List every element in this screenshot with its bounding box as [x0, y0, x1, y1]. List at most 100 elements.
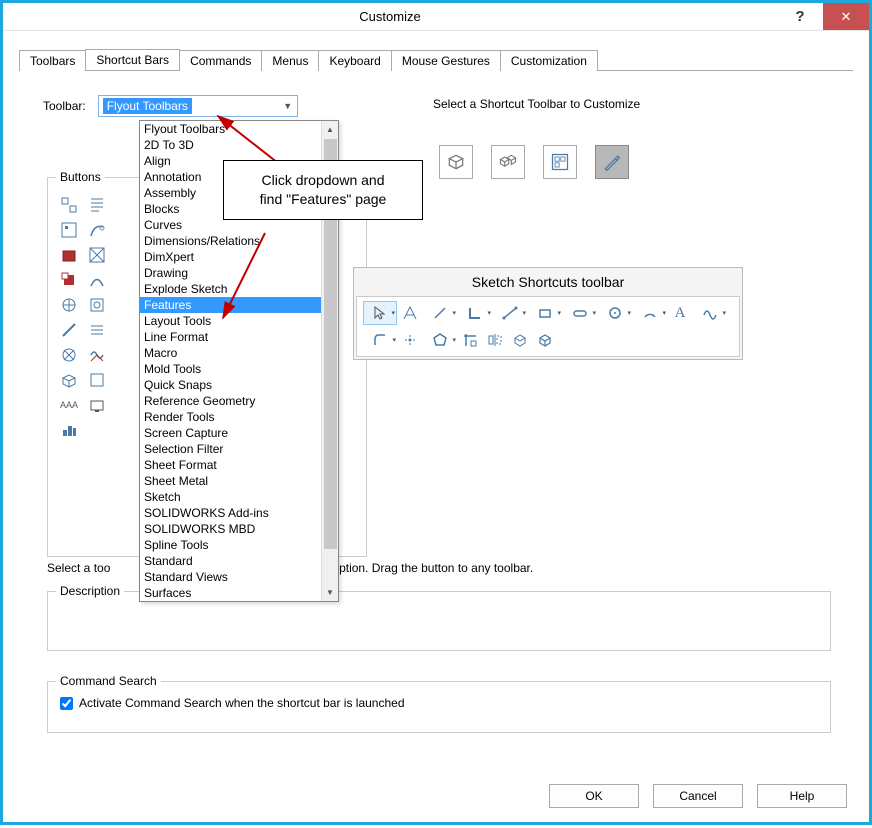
dropdown-item[interactable]: Macro: [140, 345, 321, 361]
scroll-up-icon[interactable]: ▲: [322, 121, 338, 138]
title-bar: Customize ? ✕: [3, 3, 869, 31]
grid-icon[interactable]: [86, 319, 108, 341]
context-assembly-button[interactable]: [491, 145, 525, 179]
dropdown-item[interactable]: Quick Snaps: [140, 377, 321, 393]
tab-commands[interactable]: Commands: [179, 50, 262, 71]
grid-icon[interactable]: [58, 319, 80, 341]
offset-tool[interactable]: [508, 328, 532, 352]
command-search-check-label: Activate Command Search when the shortcu…: [79, 696, 405, 710]
context-sketch-button[interactable]: [595, 145, 629, 179]
callout-line-1: Click dropdown and: [262, 172, 385, 188]
ok-button[interactable]: OK: [549, 784, 639, 808]
command-search-checkbox[interactable]: Activate Command Search when the shortcu…: [60, 696, 405, 710]
dropdown-item[interactable]: SOLIDWORKS MBD: [140, 521, 321, 537]
grid-icon[interactable]: [86, 344, 108, 366]
instruction-prefix: Select a too: [47, 561, 110, 575]
dropdown-item[interactable]: Sketch: [140, 489, 321, 505]
grid-icon[interactable]: [58, 294, 80, 316]
tab-strip: Toolbars Shortcut Bars Commands Menus Ke…: [19, 49, 853, 71]
toolbar-combo[interactable]: Flyout Toolbars ▼: [98, 95, 298, 117]
dropdown-item[interactable]: Flyout Toolbars: [140, 121, 321, 137]
dropdown-item[interactable]: DimXpert: [140, 249, 321, 265]
rectangle-tool[interactable]: [528, 301, 562, 325]
feature-tool[interactable]: [533, 328, 557, 352]
help-button[interactable]: Help: [757, 784, 847, 808]
sketch-toolbar-title: Sketch Shortcuts toolbar: [354, 268, 742, 294]
grid-icon[interactable]: [86, 369, 108, 391]
dialog-buttons: OK Cancel Help: [549, 784, 847, 808]
chevron-down-icon[interactable]: ▼: [279, 96, 297, 116]
spline-tool[interactable]: [493, 301, 527, 325]
trim-tool[interactable]: [458, 328, 482, 352]
grid-icon[interactable]: [58, 219, 80, 241]
dropdown-item[interactable]: Standard Views: [140, 569, 321, 585]
grid-icon[interactable]: [86, 244, 108, 266]
grid-icon[interactable]: [58, 419, 80, 441]
dropdown-item[interactable]: Drawing: [140, 265, 321, 281]
toolbar-label: Toolbar:: [43, 99, 86, 113]
buttons-legend: Buttons: [56, 170, 105, 184]
circle-tool[interactable]: [598, 301, 632, 325]
text-tool[interactable]: A: [668, 301, 692, 325]
dropdown-item-features[interactable]: Features: [140, 297, 321, 313]
grid-icon[interactable]: [58, 369, 80, 391]
tab-mouse-gestures[interactable]: Mouse Gestures: [391, 50, 501, 71]
scroll-down-icon[interactable]: ▼: [322, 584, 338, 601]
description-legend: Description: [56, 584, 124, 598]
corner-rectangle-tool[interactable]: [458, 301, 492, 325]
grid-icon[interactable]: AAA: [58, 394, 80, 416]
command-search-group: Command Search Activate Command Search w…: [47, 681, 831, 733]
select-tool[interactable]: [363, 301, 397, 325]
spline-tool-2[interactable]: [693, 301, 727, 325]
context-drawing-button[interactable]: [543, 145, 577, 179]
context-icons: [439, 145, 629, 179]
dropdown-item[interactable]: Screen Capture: [140, 425, 321, 441]
grid-icon[interactable]: [86, 269, 108, 291]
dropdown-item[interactable]: Line Format: [140, 329, 321, 345]
dropdown-item[interactable]: Explode Sketch: [140, 281, 321, 297]
dropdown-item[interactable]: Render Tools: [140, 409, 321, 425]
cancel-button[interactable]: Cancel: [653, 784, 743, 808]
tab-shortcut-bars[interactable]: Shortcut Bars: [85, 49, 180, 70]
callout-line-2: find "Features" page: [260, 191, 387, 207]
combo-selected-value: Flyout Toolbars: [103, 98, 192, 114]
context-part-button[interactable]: [439, 145, 473, 179]
grid-icon[interactable]: [86, 194, 108, 216]
window-title: Customize: [3, 9, 777, 24]
dropdown-item[interactable]: Sheet Format: [140, 457, 321, 473]
tab-keyboard[interactable]: Keyboard: [318, 50, 391, 71]
grid-icon[interactable]: [58, 269, 80, 291]
dropdown-item[interactable]: 2D To 3D: [140, 137, 321, 153]
dropdown-item[interactable]: Reference Geometry: [140, 393, 321, 409]
grid-icon[interactable]: [58, 194, 80, 216]
fillet-tool[interactable]: [363, 328, 397, 352]
select-heading: Select a Shortcut Toolbar to Customize: [433, 97, 640, 111]
grid-icon[interactable]: [86, 294, 108, 316]
smart-dimension-tool[interactable]: [398, 301, 422, 325]
slot-tool[interactable]: [563, 301, 597, 325]
tab-customization[interactable]: Customization: [500, 50, 598, 71]
dropdown-item[interactable]: Selection Filter: [140, 441, 321, 457]
dropdown-item[interactable]: Layout Tools: [140, 313, 321, 329]
tab-toolbars[interactable]: Toolbars: [19, 50, 86, 71]
command-search-check-input[interactable]: [60, 697, 73, 710]
grid-icon[interactable]: [58, 344, 80, 366]
dropdown-item[interactable]: Mold Tools: [140, 361, 321, 377]
dropdown-item[interactable]: Standard: [140, 553, 321, 569]
dropdown-item[interactable]: Spline Tools: [140, 537, 321, 553]
grid-icon[interactable]: [86, 219, 108, 241]
dropdown-item[interactable]: Surfaces: [140, 585, 321, 601]
tab-menus[interactable]: Menus: [261, 50, 319, 71]
dropdown-item[interactable]: Dimensions/Relations: [140, 233, 321, 249]
arc-tool[interactable]: [633, 301, 667, 325]
polygon-tool[interactable]: [423, 328, 457, 352]
grid-icon[interactable]: [86, 394, 108, 416]
grid-icon[interactable]: [58, 244, 80, 266]
dropdown-item[interactable]: Sheet Metal: [140, 473, 321, 489]
line-tool[interactable]: [423, 301, 457, 325]
mirror-tool[interactable]: [483, 328, 507, 352]
help-icon[interactable]: ?: [777, 3, 823, 30]
close-button[interactable]: ✕: [823, 3, 869, 30]
point-tool[interactable]: [398, 328, 422, 352]
dropdown-item[interactable]: SOLIDWORKS Add-ins: [140, 505, 321, 521]
